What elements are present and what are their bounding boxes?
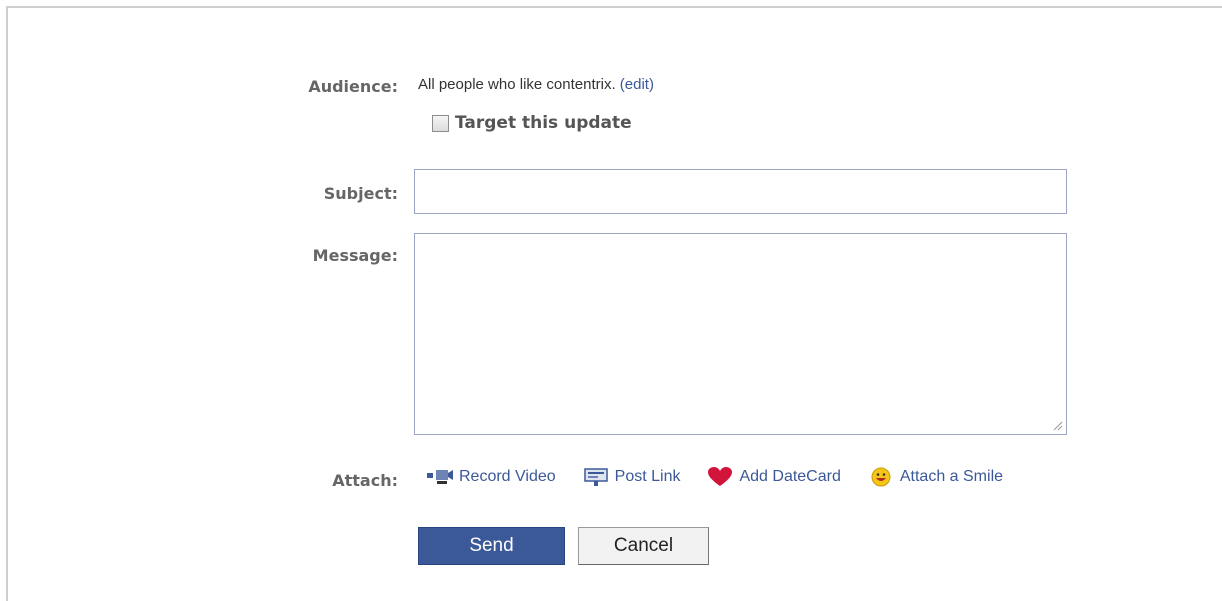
add-datecard-label: Add DateCard [739, 468, 841, 485]
audience-label: Audience: [308, 77, 398, 96]
record-video-label: Record Video [459, 468, 556, 485]
audience-text: All people who like contentrix. [418, 76, 616, 93]
video-camera-icon [427, 470, 453, 484]
resize-handle-icon[interactable] [1053, 421, 1063, 431]
target-update-row[interactable]: Target this update [432, 113, 632, 133]
message-label: Message: [312, 246, 398, 265]
attach-options: Record Video Post Link Add DateCard Atta… [426, 466, 1029, 488]
add-datecard-option[interactable]: Add DateCard [706, 466, 841, 488]
target-update-label[interactable]: Target this update [455, 113, 632, 133]
heart-icon [708, 467, 733, 486]
message-textarea[interactable] [414, 233, 1067, 435]
link-icon [583, 468, 608, 486]
cancel-button[interactable]: Cancel [578, 527, 709, 565]
subject-input[interactable] [414, 169, 1067, 214]
target-update-checkbox[interactable] [432, 114, 449, 132]
post-link-option[interactable]: Post Link [582, 466, 681, 488]
smiley-icon [871, 467, 891, 487]
send-button[interactable]: Send [418, 527, 565, 565]
attach-label: Attach: [332, 471, 398, 490]
subject-label: Subject: [323, 184, 398, 203]
attach-smile-option[interactable]: Attach a Smile [867, 466, 1003, 488]
audience-edit-link[interactable]: (edit) [620, 76, 654, 93]
record-video-option[interactable]: Record Video [426, 466, 556, 488]
post-link-label: Post Link [614, 468, 681, 485]
audience-line: All people who like contentrix. (edit) [418, 76, 654, 93]
attach-smile-label: Attach a Smile [899, 468, 1004, 485]
